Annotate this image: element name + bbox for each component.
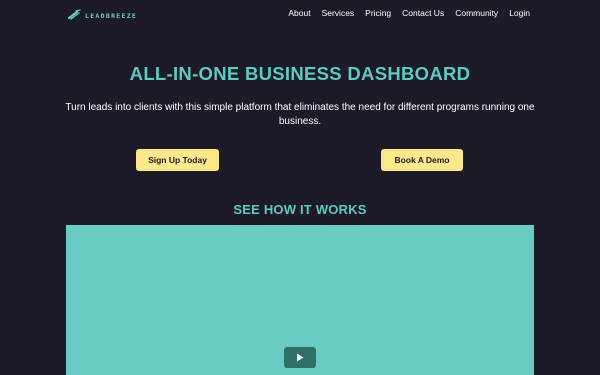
hero-title: ALL-IN-ONE BUSINESS DASHBOARD bbox=[129, 63, 471, 84]
nav-links: About Services Pricing Contact Us Commun… bbox=[288, 8, 530, 18]
wind-swoosh-icon bbox=[67, 7, 82, 25]
hero-subtitle: Turn leads into clients with this simple… bbox=[65, 102, 535, 127]
logo-text: LEADBREEZE bbox=[85, 12, 138, 20]
section-heading: SEE HOW IT WORKS bbox=[233, 202, 367, 217]
brand-logo[interactable]: LEADBREEZE bbox=[67, 7, 138, 25]
top-nav: LEADBREEZE About Services Pricing Contac… bbox=[0, 0, 600, 28]
nav-link-login[interactable]: Login bbox=[509, 8, 530, 18]
nav-link-contact-us[interactable]: Contact Us bbox=[402, 8, 444, 18]
book-demo-button[interactable]: Book A Demo bbox=[381, 149, 463, 171]
video-player[interactable] bbox=[66, 225, 534, 375]
play-button[interactable] bbox=[284, 347, 316, 368]
sign-up-button[interactable]: Sign Up Today bbox=[136, 149, 219, 171]
nav-link-services[interactable]: Services bbox=[322, 8, 355, 18]
play-icon bbox=[296, 349, 304, 367]
nav-link-about[interactable]: About bbox=[288, 8, 310, 18]
nav-link-community[interactable]: Community bbox=[455, 8, 498, 18]
nav-link-pricing[interactable]: Pricing bbox=[365, 8, 391, 18]
